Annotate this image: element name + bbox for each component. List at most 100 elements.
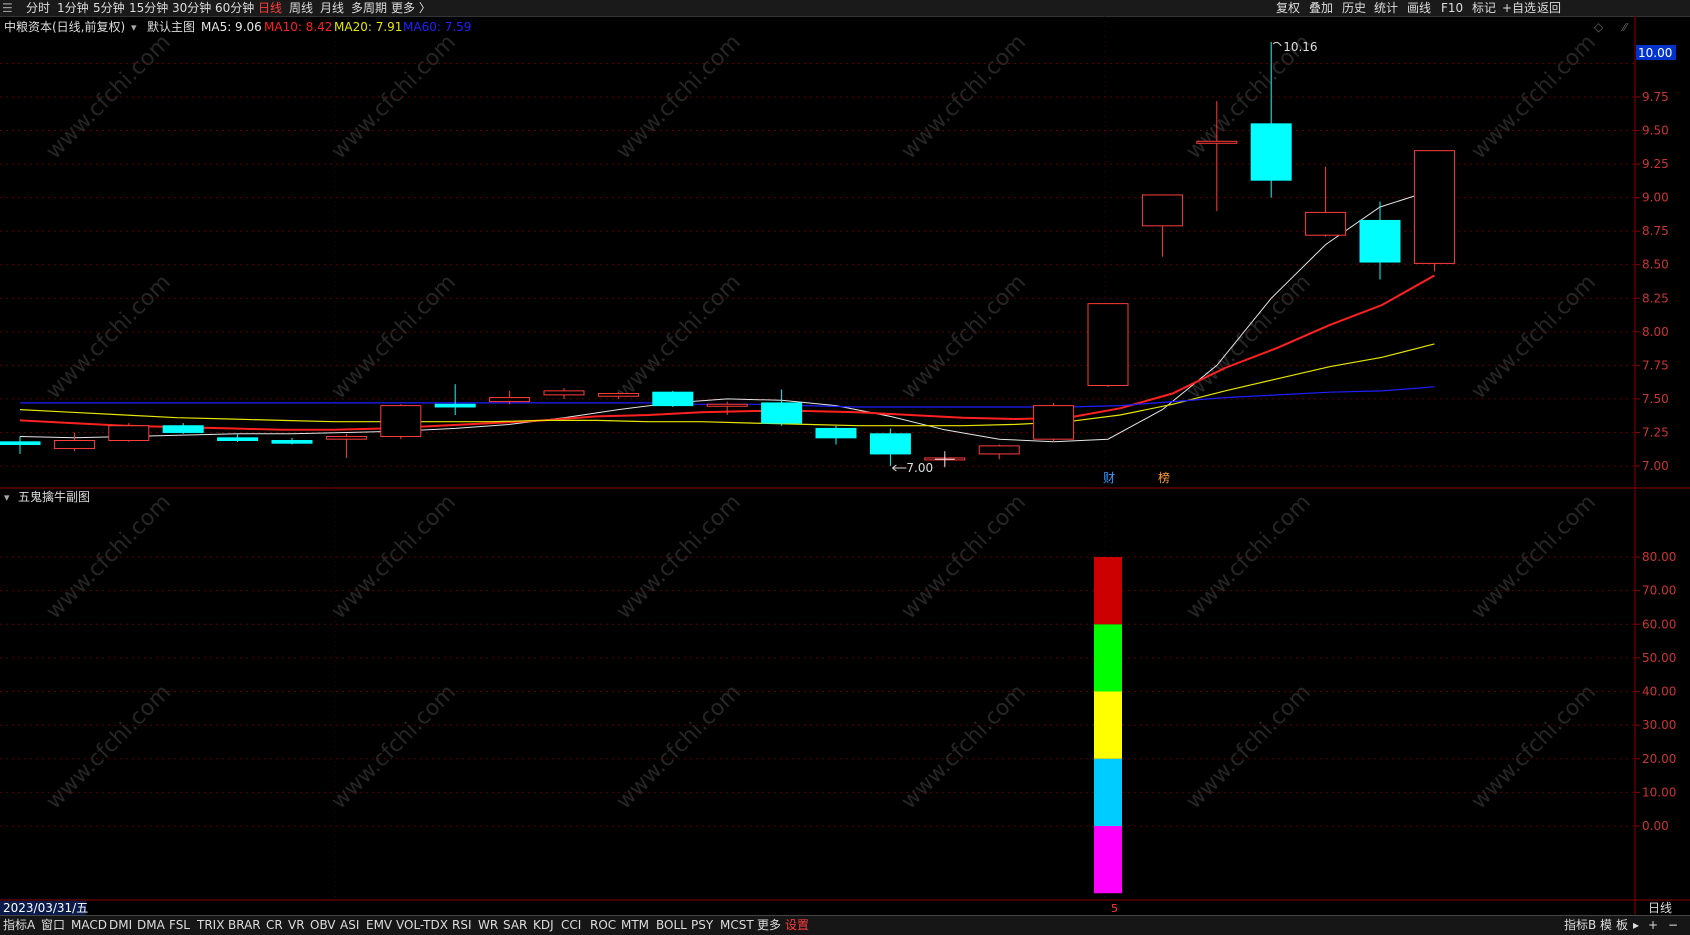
watermark-text: www.cfchi.com	[897, 30, 1031, 164]
indicator-tab-20[interactable]: MTM	[621, 917, 649, 934]
indicator-tab-25[interactable]: 设置	[785, 917, 809, 934]
watermark-text: www.cfchi.com	[42, 270, 176, 404]
candle[interactable]	[978, 444, 1020, 460]
indicator-tab-22[interactable]: PSY	[691, 917, 713, 934]
candle[interactable]	[53, 432, 95, 452]
candle[interactable]	[434, 384, 476, 416]
candle-body	[325, 435, 367, 440]
sub-tick-label: 0.00	[1642, 819, 1669, 833]
candle-body	[1305, 211, 1347, 236]
price-axis: 9.75 9.50 9.25 9.00 8.75 8.50 8.25 8.00 7.75 7.50…	[1635, 90, 1669, 473]
indicator-tab-9[interactable]: VR	[288, 917, 305, 934]
indicator-tab-13[interactable]: VOL-TDX	[396, 917, 448, 934]
price-tick-label: 9.50	[1642, 124, 1669, 138]
indicator-tab-18[interactable]: CCI	[561, 917, 581, 934]
candle[interactable]	[652, 390, 694, 407]
indicator-tab-19[interactable]: ROC	[590, 917, 616, 934]
watermark-text: www.cfchi.com	[327, 270, 461, 404]
indicator-tab-24[interactable]: 更多	[757, 917, 781, 934]
candle[interactable]	[108, 423, 150, 442]
watermark-text: www.cfchi.com	[1467, 490, 1601, 624]
resize-icon[interactable]: ⁄⁄	[1620, 21, 1629, 34]
candle-body	[869, 433, 911, 455]
watermark: www.cfchi.com www.cfchi.com www.cfchi.com w…	[42, 30, 1601, 814]
indicator-tab-4[interactable]: DMA	[137, 917, 165, 934]
price-tick-label: 8.00	[1642, 325, 1669, 339]
sub-tick-label: 80.00	[1642, 550, 1676, 564]
candle[interactable]	[1359, 201, 1401, 280]
indicator-tab-17[interactable]: KDJ	[533, 917, 554, 934]
candle[interactable]	[0, 436, 41, 454]
sub-chart-title[interactable]: 五鬼擒牛副图	[18, 489, 90, 504]
indicator-tab-21[interactable]: BOLL	[656, 917, 687, 934]
indicator-tab-8[interactable]: CR	[266, 917, 283, 934]
ranking-event-marker[interactable]: 榜	[1158, 470, 1170, 485]
main-price-grid	[0, 16, 1635, 900]
main-indicator-label[interactable]: 默认主图	[147, 19, 195, 34]
sub-bar-segment	[1094, 826, 1122, 894]
candle[interactable]	[761, 389, 803, 426]
finance-event-marker[interactable]: 财	[1103, 471, 1115, 485]
zoom-in-icon[interactable]: +	[1648, 917, 1658, 934]
template-button-2[interactable]: 板	[1616, 917, 1628, 934]
candle[interactable]	[1141, 194, 1183, 257]
indicator-tab-16[interactable]: SAR	[503, 917, 527, 934]
indicator-tab-12[interactable]: EMV	[366, 917, 392, 934]
indicator-b-button[interactable]: 指标B	[1564, 917, 1596, 934]
candle[interactable]	[1033, 402, 1075, 442]
indicator-tab-14[interactable]: RSI	[452, 917, 472, 934]
candle[interactable]	[217, 433, 259, 442]
low-arrow-icon	[892, 464, 907, 472]
indicator-tab-6[interactable]: TRIX	[197, 917, 224, 934]
indicator-tab-1[interactable]: 窗口	[41, 917, 65, 934]
price-tick-label: 7.75	[1642, 358, 1669, 372]
chevron-down-icon[interactable]: ▾	[131, 21, 137, 34]
candle[interactable]	[815, 425, 857, 445]
candle-body	[108, 425, 150, 442]
candle[interactable]	[706, 401, 748, 416]
candle-body	[53, 440, 95, 450]
candle[interactable]	[869, 428, 911, 466]
sub-tick-label: 50.00	[1642, 651, 1676, 665]
sub-tick-label: 10.00	[1642, 785, 1676, 799]
indicator-tab-10[interactable]: OBV	[310, 917, 336, 934]
candle[interactable]	[271, 437, 313, 445]
candle[interactable]	[1413, 150, 1455, 272]
watermark-text: www.cfchi.com	[1182, 270, 1316, 404]
watermark-text: www.cfchi.com	[612, 680, 746, 814]
candle[interactable]	[162, 423, 204, 434]
price-tick-label: 9.25	[1642, 157, 1669, 171]
indicator-tab-0[interactable]: 指标A	[3, 917, 35, 934]
price-tick-label: 7.50	[1642, 392, 1669, 406]
price-flag: 10.00	[1638, 46, 1672, 60]
watermark-text: www.cfchi.com	[1467, 680, 1601, 814]
watermark-text: www.cfchi.com	[897, 270, 1031, 404]
candle[interactable]	[543, 388, 585, 399]
candle[interactable]	[489, 390, 531, 405]
candle-body	[434, 403, 476, 408]
indicator-tab-23[interactable]: MCST	[720, 917, 754, 934]
diamond-icon[interactable]: ◇	[1594, 20, 1604, 34]
price-tick-label: 9.75	[1642, 90, 1669, 104]
sub-tick-label: 20.00	[1642, 752, 1676, 766]
indicator-tab-11[interactable]: ASI	[340, 917, 359, 934]
candle[interactable]	[1305, 166, 1347, 237]
candle[interactable]	[1087, 303, 1129, 387]
candle[interactable]	[380, 404, 422, 440]
candle[interactable]	[325, 433, 367, 458]
template-button-1[interactable]: 模	[1600, 917, 1612, 934]
sub-chart-chevron-icon[interactable]: ▾	[4, 491, 10, 504]
indicator-tab-2[interactable]: MACD	[71, 917, 107, 934]
price-tick-label: 8.25	[1642, 291, 1669, 305]
kline-chart[interactable]: www.cfchi.com www.cfchi.com www.cfchi.com w…	[0, 0, 1690, 934]
indicator-tab-3[interactable]: DMI	[109, 917, 132, 934]
indicator-tab-5[interactable]: FSL	[169, 917, 190, 934]
watermark-text: www.cfchi.com	[897, 680, 1031, 814]
zoom-out-icon[interactable]: −	[1668, 917, 1678, 934]
candle-body	[978, 445, 1020, 455]
indicator-tab-15[interactable]: WR	[478, 917, 498, 934]
expand-icon[interactable]: ▸	[1633, 917, 1639, 934]
sub-chart-axis: 80.00 70.00 60.00 50.00 40.00 30.00 20.00 10.00…	[1635, 550, 1676, 833]
indicator-tab-7[interactable]: BRAR	[228, 917, 261, 934]
candle-body	[597, 393, 639, 397]
